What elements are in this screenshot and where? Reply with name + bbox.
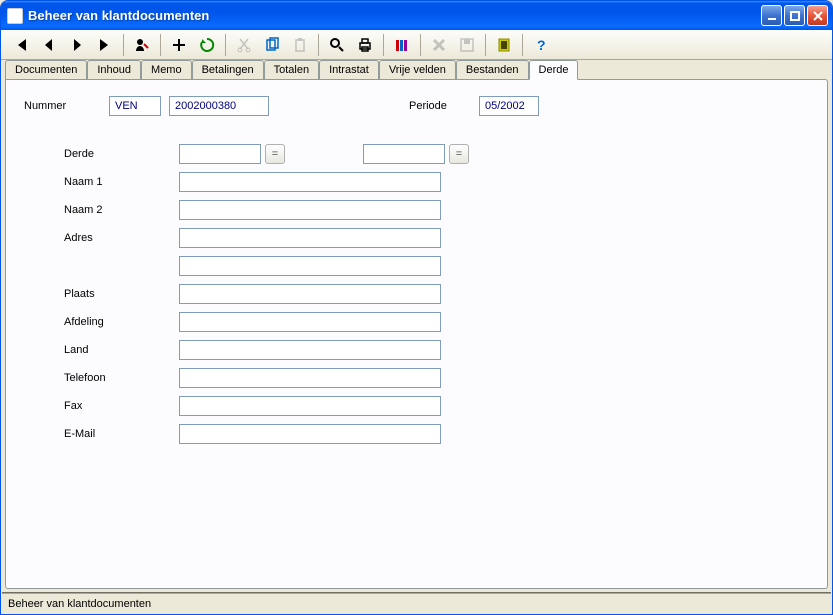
minimize-button[interactable] [761, 5, 782, 26]
titlebar: Beheer van klantdocumenten [1, 1, 832, 30]
telefoon-label: Telefoon [64, 372, 179, 384]
print-button[interactable] [353, 33, 377, 57]
tab-totalen[interactable]: Totalen [264, 60, 319, 79]
separator [420, 34, 421, 56]
tab-intrastat[interactable]: Intrastat [319, 60, 379, 79]
separator [485, 34, 486, 56]
derde-input-1[interactable] [179, 144, 261, 164]
copy-button[interactable] [260, 33, 284, 57]
periode-field[interactable] [479, 96, 539, 116]
separator [318, 34, 319, 56]
user-button[interactable] [130, 33, 154, 57]
header-row: Nummer Periode [24, 96, 809, 116]
tab-memo[interactable]: Memo [141, 60, 192, 79]
delete-button[interactable] [427, 33, 451, 57]
adres-label: Adres [64, 232, 179, 244]
derde-form: Derde = = Naam 1 Naam 2 Adres [64, 144, 809, 444]
maximize-button[interactable] [784, 5, 805, 26]
periode-label: Periode [409, 100, 479, 112]
naam1-input[interactable] [179, 172, 441, 192]
refresh-button[interactable] [195, 33, 219, 57]
separator [225, 34, 226, 56]
separator [383, 34, 384, 56]
separator [522, 34, 523, 56]
email-input[interactable] [179, 424, 441, 444]
plaats-input[interactable] [179, 284, 441, 304]
tab-documenten[interactable]: Documenten [5, 60, 87, 79]
exit-button[interactable] [492, 33, 516, 57]
tab-inhoud[interactable]: Inhoud [87, 60, 141, 79]
last-record-button[interactable] [93, 33, 117, 57]
land-label: Land [64, 344, 179, 356]
derde-input-2[interactable] [363, 144, 445, 164]
search-button[interactable] [325, 33, 349, 57]
separator [160, 34, 161, 56]
fax-label: Fax [64, 400, 179, 412]
new-button[interactable] [167, 33, 191, 57]
adres-input-1[interactable] [179, 228, 441, 248]
first-record-button[interactable] [9, 33, 33, 57]
svg-text:?: ? [537, 37, 546, 53]
nummer-type-field[interactable] [109, 96, 161, 116]
derde-equals-button-1[interactable]: = [265, 144, 285, 164]
tab-vrije-velden[interactable]: Vrije velden [379, 60, 456, 79]
window-controls [761, 5, 828, 26]
email-label: E-Mail [64, 428, 179, 440]
toolbar: ? [1, 30, 832, 60]
plaats-label: Plaats [64, 288, 179, 300]
telefoon-input[interactable] [179, 368, 441, 388]
afdeling-label: Afdeling [64, 316, 179, 328]
derde-label: Derde [64, 148, 179, 160]
cut-button[interactable] [232, 33, 256, 57]
tab-content: Nummer Periode Derde = = Naam 1 [5, 79, 828, 589]
window-title: Beheer van klantdocumenten [28, 8, 761, 23]
fax-input[interactable] [179, 396, 441, 416]
tab-derde[interactable]: Derde [529, 60, 579, 80]
separator [123, 34, 124, 56]
help-button[interactable]: ? [529, 33, 553, 57]
land-input[interactable] [179, 340, 441, 360]
afdeling-input[interactable] [179, 312, 441, 332]
tabstrip: Documenten Inhoud Memo Betalingen Totale… [1, 60, 832, 79]
naam2-input[interactable] [179, 200, 441, 220]
nummer-value-field[interactable] [169, 96, 269, 116]
nummer-label: Nummer [24, 100, 109, 112]
naam2-label: Naam 2 [64, 204, 179, 216]
naam1-label: Naam 1 [64, 176, 179, 188]
tab-betalingen[interactable]: Betalingen [192, 60, 264, 79]
statusbar-text: Beheer van klantdocumenten [8, 598, 151, 610]
close-button[interactable] [807, 5, 828, 26]
adres-input-2[interactable] [179, 256, 441, 276]
books-button[interactable] [390, 33, 414, 57]
statusbar: Beheer van klantdocumenten [2, 593, 831, 613]
tab-bestanden[interactable]: Bestanden [456, 60, 529, 79]
derde-equals-button-2[interactable]: = [449, 144, 469, 164]
app-icon [7, 8, 23, 24]
next-record-button[interactable] [65, 33, 89, 57]
paste-button[interactable] [288, 33, 312, 57]
save-button[interactable] [455, 33, 479, 57]
previous-record-button[interactable] [37, 33, 61, 57]
